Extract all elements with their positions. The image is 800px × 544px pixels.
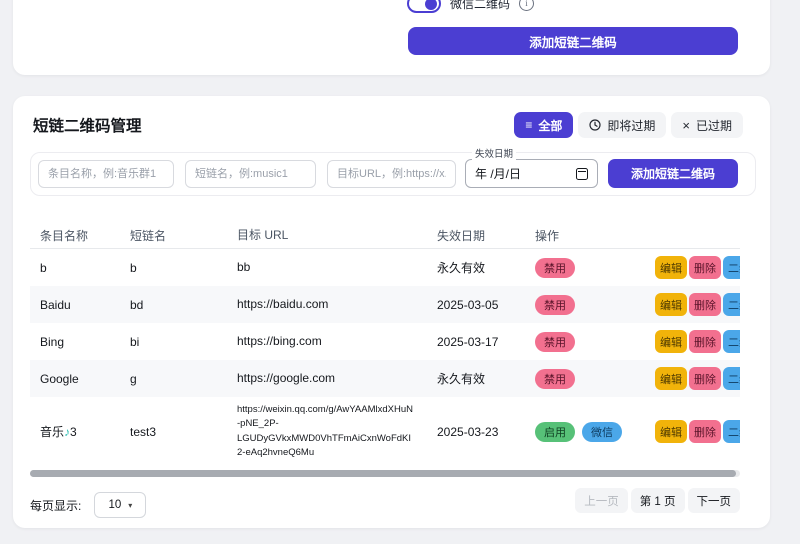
wechat-toggle-label: 微信二维码	[450, 0, 510, 12]
page-size-label: 每页显示:	[30, 497, 81, 514]
status-badge[interactable]: 禁用	[535, 295, 575, 315]
wechat-toggle[interactable]	[407, 0, 441, 13]
expiry-date-label: 失效日期	[472, 146, 516, 160]
cell-entry-name: 音乐♪3	[30, 423, 130, 440]
delete-button[interactable]: 删除	[689, 256, 721, 279]
add-shortlink-qrcode-button[interactable]: 添加短链二维码	[408, 27, 738, 55]
chevron-down-icon: ▾	[128, 501, 132, 510]
wechat-toggle-row: 微信二维码 i	[407, 0, 534, 13]
cell-expiry: 2025-03-23	[437, 425, 535, 439]
table-row: 音乐♪3 test3 https://weixin.qq.com/g/AwYAA…	[30, 397, 740, 466]
pagination: 上一页 第 1 页 下一页	[575, 488, 740, 513]
slug-input[interactable]	[185, 160, 316, 188]
edit-button[interactable]: 编辑	[655, 367, 687, 390]
cell-entry-name: Bing	[30, 335, 130, 349]
info-icon[interactable]: i	[519, 0, 534, 11]
add-qrcode-form-card: 微信二维码 i 添加短链二维码	[13, 0, 770, 75]
prev-page-button[interactable]: 上一页	[575, 488, 628, 513]
edit-button[interactable]: 编辑	[655, 330, 687, 353]
table-row: Baidu bd https://baidu.com 2025-03-05 禁用…	[30, 286, 740, 323]
qrcode-button[interactable]: 二维码	[723, 420, 740, 443]
status-badge[interactable]: 启用	[535, 422, 575, 442]
cell-slug: bd	[130, 298, 237, 312]
close-icon: ×	[682, 119, 690, 132]
tab-all[interactable]: ≡ 全部	[514, 112, 573, 138]
calendar-icon[interactable]	[576, 168, 588, 180]
table-body: b b bb 永久有效 禁用 编辑删除二维码 Baidu bd https://…	[30, 249, 740, 466]
scrollbar-thumb[interactable]	[30, 470, 736, 477]
entry-name-input[interactable]	[38, 160, 174, 188]
music-note-icon: ♪	[64, 425, 70, 439]
expiry-date-value: 年 /月/日	[475, 165, 521, 182]
cell-status: 禁用	[535, 369, 655, 389]
edit-button[interactable]: 编辑	[655, 293, 687, 316]
cell-actions: 编辑删除二维码	[655, 367, 740, 390]
cell-entry-name: Baidu	[30, 298, 130, 312]
list-icon: ≡	[525, 119, 532, 131]
cell-actions: 编辑删除二维码	[655, 293, 740, 316]
cell-actions: 编辑删除二维码	[655, 420, 740, 443]
status-badge[interactable]: 禁用	[535, 369, 575, 389]
cell-status: 禁用	[535, 295, 655, 315]
cell-status: 禁用	[535, 332, 655, 352]
cell-status: 禁用	[535, 258, 655, 278]
cell-actions: 编辑删除二维码	[655, 330, 740, 353]
target-url-input[interactable]	[327, 160, 456, 188]
current-page-indicator: 第 1 页	[631, 488, 685, 513]
page-title: 短链二维码管理	[33, 114, 142, 136]
table-header-row: 条目名称 短链名 目标 URL 失效日期 操作	[30, 223, 740, 249]
cell-target-url: https://google.com	[237, 365, 437, 393]
header-slug: 短链名	[130, 227, 237, 244]
table-row: Bing bi https://bing.com 2025-03-17 禁用 编…	[30, 323, 740, 360]
expiry-date-input[interactable]: 年 /月/日	[465, 159, 598, 188]
table-row: b b bb 永久有效 禁用 编辑删除二维码	[30, 249, 740, 286]
header-actions: 操作	[535, 227, 655, 244]
toggle-knob-icon	[425, 0, 437, 10]
cell-target-url: https://bing.com	[237, 328, 437, 356]
header-target-url: 目标 URL	[237, 223, 437, 249]
cell-target-url: https://weixin.qq.com/g/AwYAAMlxdXHuN-pN…	[237, 397, 437, 466]
delete-button[interactable]: 删除	[689, 367, 721, 390]
cell-target-url: bb	[237, 254, 437, 282]
cell-entry-name: Google	[30, 372, 130, 386]
shortlink-table: 条目名称 短链名 目标 URL 失效日期 操作 b b bb 永久有效 禁用 编…	[30, 223, 740, 466]
status-badge[interactable]: 禁用	[535, 332, 575, 352]
qrcode-button[interactable]: 二维码	[723, 367, 740, 390]
cell-expiry: 永久有效	[437, 259, 535, 276]
qrcode-button[interactable]: 二维码	[723, 256, 740, 279]
cell-expiry: 2025-03-17	[437, 335, 535, 349]
qrcode-button[interactable]: 二维码	[723, 330, 740, 353]
edit-button[interactable]: 编辑	[655, 256, 687, 279]
cell-slug: test3	[130, 425, 237, 439]
delete-button[interactable]: 删除	[689, 330, 721, 353]
header-entry-name: 条目名称	[30, 227, 130, 244]
cell-actions: 编辑删除二维码	[655, 256, 740, 279]
header-expiry: 失效日期	[437, 227, 535, 244]
horizontal-scrollbar[interactable]	[30, 470, 740, 477]
tab-expired[interactable]: × 已过期	[671, 112, 743, 138]
filter-tabs: ≡ 全部 即将过期 × 已过期	[514, 112, 743, 138]
cell-entry-name: b	[30, 261, 130, 275]
delete-button[interactable]: 删除	[689, 420, 721, 443]
cell-slug: bi	[130, 335, 237, 349]
status-badge[interactable]: 微信	[582, 422, 622, 442]
edit-button[interactable]: 编辑	[655, 420, 687, 443]
table-row: Google g https://google.com 永久有效 禁用 编辑删除…	[30, 360, 740, 397]
status-badge[interactable]: 禁用	[535, 258, 575, 278]
tab-expiring[interactable]: 即将过期	[578, 112, 666, 138]
delete-button[interactable]: 删除	[689, 293, 721, 316]
cell-target-url: https://baidu.com	[237, 291, 437, 319]
clock-icon	[589, 119, 601, 131]
page-size-select[interactable]: 10 ▾	[94, 492, 146, 518]
add-shortlink-qrcode-button[interactable]: 添加短链二维码	[608, 159, 738, 188]
shortlink-manager-card: 短链二维码管理 ≡ 全部 即将过期 × 已过期 失效日期 年 /月/日 添加短链…	[13, 96, 770, 528]
page-size-control: 每页显示: 10 ▾	[30, 492, 146, 518]
cell-slug: g	[130, 372, 237, 386]
cell-slug: b	[130, 261, 237, 275]
qrcode-button[interactable]: 二维码	[723, 293, 740, 316]
next-page-button[interactable]: 下一页	[688, 488, 741, 513]
cell-status: 启用微信	[535, 422, 655, 442]
cell-expiry: 永久有效	[437, 370, 535, 387]
cell-expiry: 2025-03-05	[437, 298, 535, 312]
